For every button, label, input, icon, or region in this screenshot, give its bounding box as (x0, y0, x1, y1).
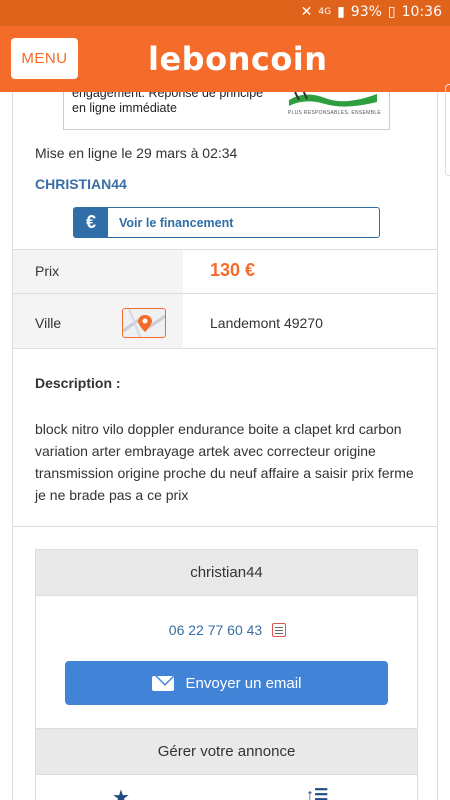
ad-banner[interactable]: engagement. Réponse de principe en ligne… (63, 92, 390, 130)
city-value: Landemont 49270 (210, 315, 323, 331)
envelope-icon (151, 675, 174, 691)
phone-number[interactable]: 06 22 77 60 43 (169, 622, 262, 638)
network-type: 4G (318, 7, 332, 17)
description-text: block nitro vilo doppler endurance boite… (35, 421, 414, 503)
battery-icon: ▯ (387, 4, 396, 20)
listing-card: engagement. Réponse de principe en ligne… (12, 92, 438, 800)
city-label: Ville (35, 315, 62, 331)
ad-brand-logo: PLUS RESPONSABLES, ENSEMBLE (285, 92, 381, 116)
ad-text: engagement. Réponse de principe en ligne… (72, 92, 272, 116)
signal-icon: ▮ (337, 4, 345, 20)
financing-button[interactable]: € Voir le financement (73, 207, 380, 238)
star-icon[interactable]: ★ (112, 785, 130, 800)
seller-link[interactable]: CHRISTIAN44 (35, 176, 127, 192)
description-title: Description : (35, 375, 121, 391)
menu-button[interactable]: MENU (11, 38, 78, 79)
manage-box: Gérer votre annonce ★ ↑☰ (35, 728, 418, 800)
phone-image-icon (272, 623, 287, 637)
send-email-label: Envoyer un email (185, 674, 302, 692)
mute-icon: ✕ (300, 4, 313, 20)
price-value: 130 € (210, 260, 256, 280)
ad-line: engagement. Réponse de principe (72, 92, 264, 100)
map-pin-icon[interactable] (122, 308, 166, 338)
battery-level: 93% (350, 4, 382, 20)
price-label: Prix (35, 263, 60, 279)
app-header: MENU leboncoin (0, 26, 450, 92)
contact-username: christian44 (36, 550, 417, 596)
ad-line: en ligne immédiate (72, 101, 177, 115)
side-panel-edge[interactable] (445, 84, 450, 176)
posted-date: Mise en ligne le 29 mars à 02:34 (35, 145, 238, 161)
manage-actions: ★ ↑☰ (36, 779, 419, 800)
ad-tagline: PLUS RESPONSABLES, ENSEMBLE (287, 110, 381, 116)
send-email-button[interactable]: Envoyer un email (65, 661, 388, 705)
sort-icon[interactable]: ↑☰ (306, 785, 328, 800)
city-row: Ville Landemont 49270 (13, 293, 437, 349)
contact-box: christian44 06 22 77 60 43 Envoyer un em… (35, 549, 418, 729)
euro-icon: € (74, 208, 108, 237)
manage-title: Gérer votre annonce (36, 729, 417, 775)
divider (13, 526, 437, 527)
logo[interactable]: leboncoin (148, 40, 328, 78)
clock: 10:36 (401, 4, 442, 20)
status-bar: ✕ 4G ▮ 93% ▯ 10:36 (0, 0, 450, 26)
price-row: Prix 130 € (13, 249, 437, 293)
phone-row[interactable]: 06 22 77 60 43 (36, 622, 419, 638)
financing-label: Voir le financement (119, 215, 234, 230)
